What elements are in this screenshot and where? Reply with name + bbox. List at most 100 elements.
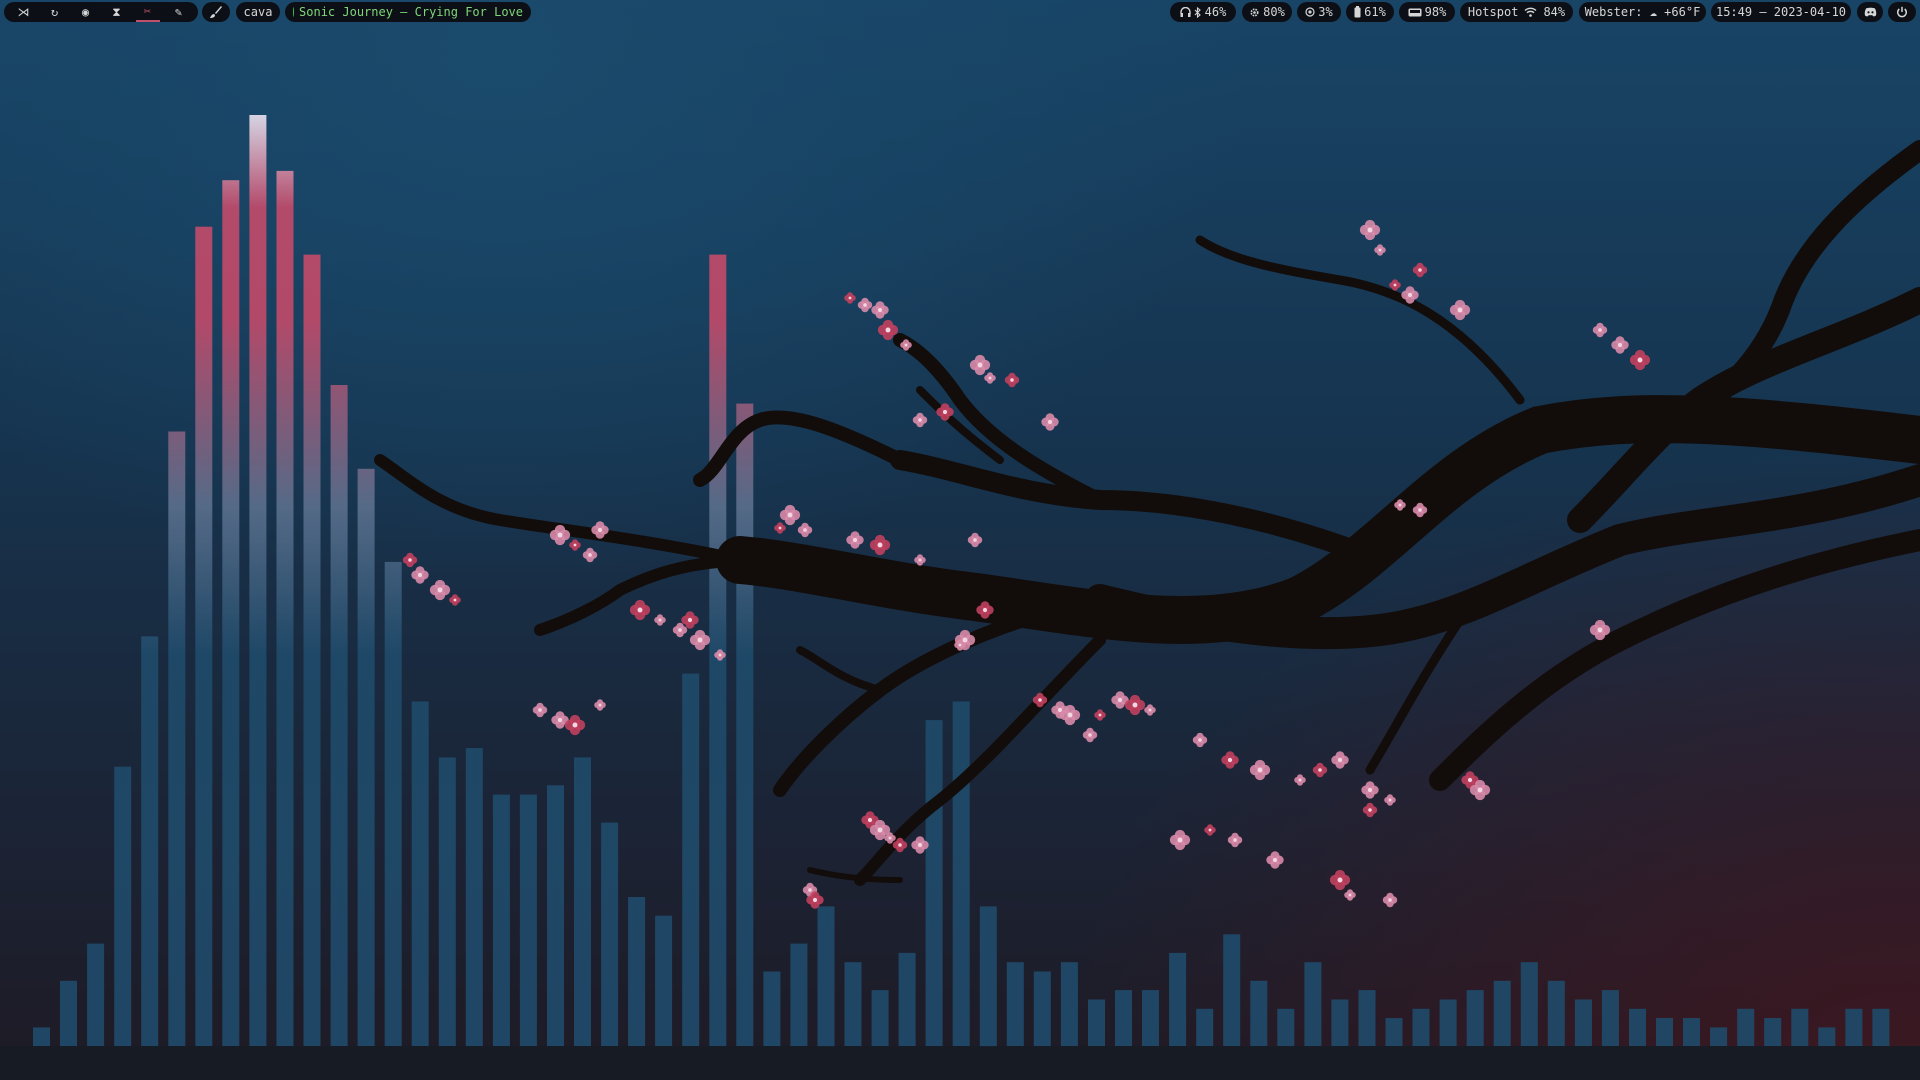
visualizer-bar xyxy=(1493,980,1511,1046)
visualizer-bar xyxy=(519,794,537,1046)
cava-button[interactable]: cava xyxy=(236,2,280,22)
visualizer-bar xyxy=(249,115,267,1046)
visualizer-bar xyxy=(1196,1008,1214,1046)
visualizer-bar xyxy=(1439,999,1457,1046)
visualizer-bar xyxy=(736,403,754,1047)
visualizer-bar xyxy=(465,748,483,1046)
network-name: Hotspot xyxy=(1467,5,1519,19)
visualizer-bar xyxy=(925,720,943,1046)
visualizer-bar xyxy=(1169,952,1187,1046)
visualizer-bar xyxy=(114,766,132,1046)
headphones-icon xyxy=(1179,6,1191,18)
visualizer-bar xyxy=(709,254,727,1047)
visualizer-bar xyxy=(168,431,186,1046)
visualizer-bar xyxy=(1520,962,1538,1046)
visualizer-bar xyxy=(384,561,402,1046)
power-button[interactable] xyxy=(1888,2,1916,22)
wifi-icon xyxy=(1524,7,1537,17)
refresh-icon[interactable]: ↻ xyxy=(43,2,67,22)
visualizer-bar xyxy=(1142,990,1159,1046)
vscode-icon[interactable]: ⋊ xyxy=(12,2,36,22)
visualizer-bar xyxy=(1115,990,1132,1046)
spotify-icon[interactable]: ◉ xyxy=(74,2,98,22)
visualizer-bar xyxy=(1710,1027,1728,1046)
audio-visualizer xyxy=(33,115,1890,1047)
visualizer-bar xyxy=(222,180,240,1046)
visualizer-bar xyxy=(438,757,456,1046)
visualizer-bar xyxy=(601,822,619,1046)
battery-widget[interactable]: 61% xyxy=(1346,2,1394,22)
disk-level: 98% xyxy=(1424,5,1447,19)
color-picker-button[interactable] xyxy=(202,2,230,22)
visualizer-bar xyxy=(871,990,889,1046)
visualizer-bar xyxy=(1088,999,1105,1046)
visualizer-bar xyxy=(1872,1008,1890,1046)
visualizer-bar xyxy=(1629,1008,1646,1046)
visualizer-bar xyxy=(141,636,159,1046)
visualizer-bar xyxy=(492,794,510,1046)
visualizer-bar xyxy=(1466,990,1484,1046)
visualizer-bar xyxy=(682,673,700,1046)
visualizer-bar xyxy=(87,943,105,1046)
battery-icon xyxy=(1354,6,1361,18)
visualizer-bar xyxy=(952,701,970,1046)
workspace-icons: ⋊ ↻ ◉ ⧗ ✂ ✎ xyxy=(4,2,198,22)
network-widget[interactable]: Hotspot 84% xyxy=(1460,2,1573,22)
visualizer-bar xyxy=(1304,962,1322,1046)
visualizer-bar xyxy=(1060,962,1078,1046)
visualizer-bar xyxy=(357,468,375,1046)
discord-icon xyxy=(1864,7,1877,17)
clock-widget[interactable]: 15:49 – 2023-04-10 xyxy=(1711,2,1851,22)
bluetooth-icon xyxy=(1194,6,1202,18)
visualizer-bar xyxy=(1791,1008,1809,1046)
visualizer-bar xyxy=(1277,1008,1295,1046)
visualizer-bar xyxy=(1358,990,1376,1046)
disk-widget[interactable]: 98% xyxy=(1399,2,1455,22)
visualizer-bar xyxy=(1737,1008,1755,1046)
visualizer-bar xyxy=(1250,980,1268,1046)
visualizer-bar xyxy=(844,962,862,1046)
memory-widget[interactable]: 3% xyxy=(1297,2,1341,22)
weather-text: Webster: ☁ +66°F xyxy=(1584,5,1701,19)
pen-icon[interactable]: ✎ xyxy=(167,2,191,22)
scissors-icon[interactable]: ✂ xyxy=(135,2,160,22)
visualizer-bar xyxy=(33,1027,50,1046)
visualizer-bar xyxy=(1331,999,1349,1046)
visualizer-bar xyxy=(1601,990,1619,1046)
gear-icon xyxy=(1249,7,1260,18)
visualizer-bar xyxy=(817,906,835,1047)
top-bar: ⋊ ↻ ◉ ⧗ ✂ ✎ cava Sonic Journey – Crying For L… xyxy=(0,0,1920,24)
visualizer-bar xyxy=(1223,934,1241,1046)
visualizer-bar xyxy=(790,943,808,1046)
visualizer-bar xyxy=(1574,999,1592,1046)
cpu-level: 80% xyxy=(1263,5,1285,19)
memory-level: 3% xyxy=(1318,5,1333,19)
brush-icon xyxy=(209,5,223,19)
visualizer-bar xyxy=(655,915,673,1046)
visualizer-bar xyxy=(574,757,591,1046)
drive-icon xyxy=(1408,8,1422,17)
hourglass-icon[interactable]: ⧗ xyxy=(105,2,129,22)
visualizer-bar xyxy=(898,952,916,1046)
media-player[interactable]: Sonic Journey – Crying For Love xyxy=(285,2,531,22)
cpu-widget[interactable]: 80% xyxy=(1242,2,1292,22)
visualizer-bar xyxy=(1412,1008,1430,1046)
visualizer-bar xyxy=(1547,980,1565,1046)
visualizer-bar xyxy=(1006,962,1024,1046)
visualizer-bar xyxy=(411,701,429,1046)
visualizer-bar xyxy=(547,785,564,1046)
media-title: Sonic Journey – Crying For Love xyxy=(299,5,523,19)
memory-icon xyxy=(1305,7,1315,17)
weather-widget[interactable]: Webster: ☁ +66°F xyxy=(1579,2,1706,22)
visualizer-bar xyxy=(1656,1018,1673,1046)
clock-text: 15:49 – 2023-04-10 xyxy=(1715,5,1847,19)
visualizer-bar xyxy=(60,980,77,1046)
bluetooth-level: 46% xyxy=(1204,5,1227,19)
network-strength: 84% xyxy=(1543,5,1566,19)
visualizer-bar xyxy=(1033,971,1051,1046)
visualizer-bar xyxy=(628,897,646,1046)
visualizer-bar xyxy=(276,170,294,1046)
discord-button[interactable] xyxy=(1857,2,1883,22)
bluetooth-widget[interactable]: 46% xyxy=(1170,2,1236,22)
spotify-status-icon xyxy=(293,7,295,17)
